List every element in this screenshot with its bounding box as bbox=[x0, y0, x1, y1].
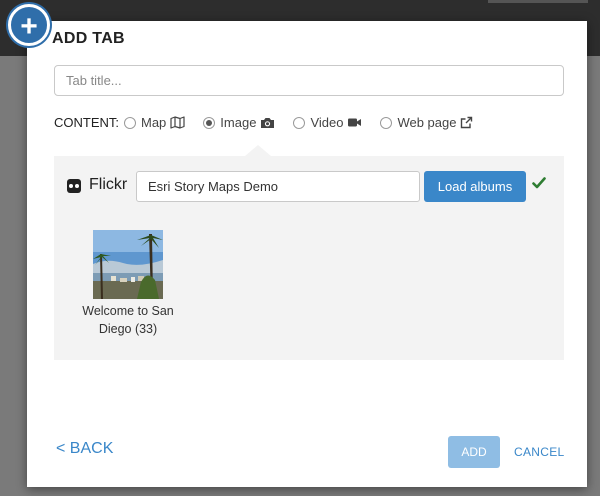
flickr-panel: Flickr Load albums bbox=[54, 145, 564, 360]
check-icon bbox=[532, 176, 546, 194]
cancel-button[interactable]: CANCEL bbox=[514, 445, 564, 459]
content-type-row: CONTENT: Map Image Video Web page bbox=[54, 115, 491, 130]
option-label-webpage: Web page bbox=[397, 115, 457, 130]
panel-pointer bbox=[245, 145, 271, 156]
add-plus-icon: + bbox=[8, 4, 50, 46]
content-option-webpage[interactable]: Web page bbox=[380, 115, 473, 130]
camera-icon bbox=[260, 117, 275, 129]
external-link-icon bbox=[460, 116, 473, 129]
content-label: CONTENT: bbox=[54, 115, 119, 130]
flickr-user-input[interactable] bbox=[136, 171, 420, 202]
flickr-icon bbox=[67, 179, 81, 193]
radio-webpage[interactable] bbox=[380, 116, 393, 129]
radio-image[interactable] bbox=[203, 116, 216, 129]
option-label-image: Image bbox=[220, 115, 257, 130]
flickr-label: Flickr bbox=[89, 176, 128, 193]
content-option-video[interactable]: Video bbox=[293, 115, 362, 130]
album-item[interactable]: Welcome to San Diego (33) bbox=[79, 230, 177, 338]
content-option-image[interactable]: Image bbox=[203, 115, 275, 130]
add-tab-dialog: ADD TAB CONTENT: Map Image Video bbox=[27, 21, 587, 487]
radio-video[interactable] bbox=[293, 116, 306, 129]
top-bar-strip bbox=[488, 0, 588, 3]
add-button[interactable]: ADD bbox=[448, 436, 500, 468]
dialog-title: ADD TAB bbox=[52, 30, 125, 47]
content-option-map[interactable]: Map bbox=[124, 115, 185, 130]
map-icon bbox=[170, 116, 185, 129]
video-camera-icon bbox=[347, 117, 362, 128]
album-title: Welcome to San Diego (33) bbox=[82, 304, 174, 336]
load-albums-button[interactable]: Load albums bbox=[424, 171, 526, 202]
album-thumbnail bbox=[93, 230, 163, 299]
radio-map[interactable] bbox=[124, 116, 136, 129]
option-label-video: Video bbox=[310, 115, 344, 130]
option-label-map: Map bbox=[141, 115, 167, 130]
back-button[interactable]: < BACK bbox=[56, 440, 113, 458]
tab-title-input[interactable] bbox=[54, 65, 564, 96]
